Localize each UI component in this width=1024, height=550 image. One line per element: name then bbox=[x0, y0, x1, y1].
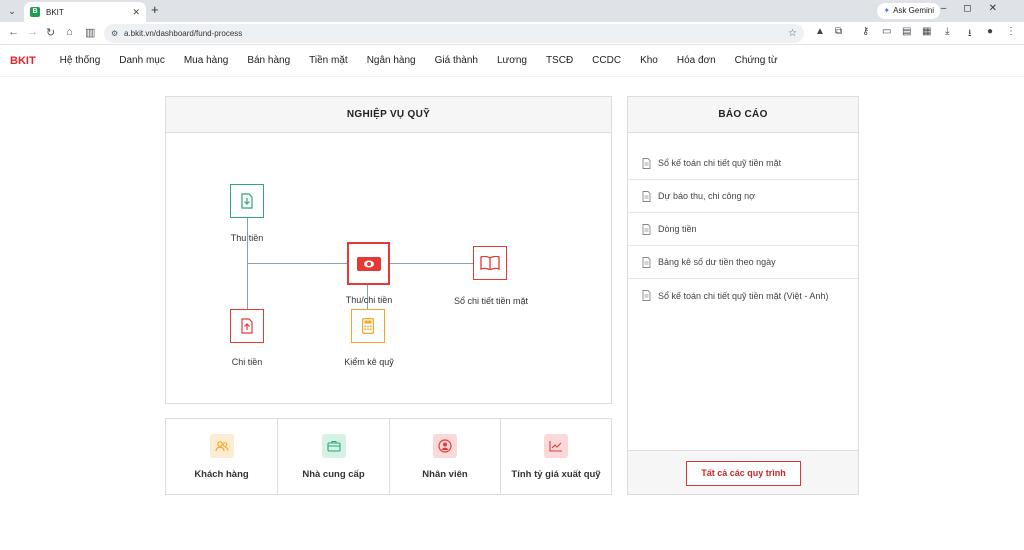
user-circle-icon bbox=[433, 434, 457, 458]
document-icon bbox=[642, 191, 651, 202]
report-label: Sổ kế toán chi tiết quỹ tiền mặt (Việt -… bbox=[658, 291, 829, 301]
split-view-icon[interactable]: ▥ bbox=[85, 26, 95, 39]
reload-icon[interactable]: ↻ bbox=[46, 26, 55, 39]
menu-ccdc[interactable]: CCDC bbox=[592, 55, 621, 66]
menu-tien-mat[interactable]: Tiền mặt bbox=[309, 55, 348, 66]
menu-tscd[interactable]: TSCĐ bbox=[546, 55, 573, 66]
quick-link-ty-gia[interactable]: Tính tỷ giá xuất quỹ bbox=[501, 419, 611, 494]
thu-chi-tien-label: Thu/chi tiền bbox=[345, 295, 393, 305]
chi-tien-node[interactable] bbox=[230, 309, 264, 343]
quick-link-label: Tính tỷ giá xuất quỹ bbox=[511, 469, 601, 480]
report-item[interactable]: Sổ kế toán chi tiết quỹ tiền mặt bbox=[628, 147, 858, 180]
downloads-icon[interactable]: ⤓ bbox=[945, 26, 949, 37]
reports-footer: Tất cả các quy trình bbox=[628, 450, 858, 494]
thu-tien-node[interactable] bbox=[230, 184, 264, 218]
thu-tien-label: Thu tiền bbox=[230, 233, 264, 243]
so-chi-tiet-label: Sổ chi tiết tiền mặt bbox=[453, 296, 529, 306]
all-processes-button[interactable]: Tất cả các quy trình bbox=[686, 461, 801, 486]
calculator-icon bbox=[362, 318, 374, 334]
users-icon bbox=[209, 434, 234, 458]
document-icon bbox=[642, 290, 651, 301]
reading-list-icon[interactable]: ▦ bbox=[922, 26, 931, 37]
reports-title: BÁO CÁO bbox=[628, 97, 858, 133]
tab-title: BKIT bbox=[46, 7, 64, 17]
menu-chung-tu[interactable]: Chứng từ bbox=[735, 55, 778, 66]
tab-list-chevron-icon[interactable]: ⌄ bbox=[4, 3, 20, 19]
kiem-ke-quy-node[interactable] bbox=[351, 309, 385, 343]
report-label: Dự báo thu, chi công nợ bbox=[658, 191, 755, 201]
so-chi-tiet-node[interactable] bbox=[473, 246, 507, 280]
quick-link-label: Nhân viên bbox=[422, 469, 468, 480]
trend-chart-icon bbox=[544, 434, 568, 458]
fund-process-title: NGHIỆP VỤ QUỸ bbox=[166, 97, 611, 133]
ask-gemini-label: Ask Gemini bbox=[893, 6, 934, 15]
app-nav-bar: BKIT Hệ thống Danh mục Mua hàng Bán hàng… bbox=[0, 45, 1024, 77]
download-arrow-icon[interactable]: ⭳ bbox=[968, 26, 972, 43]
window-controls[interactable]: –◻✕ bbox=[941, 3, 1014, 14]
extension-icon[interactable]: ▲ bbox=[815, 26, 825, 37]
browser-tab[interactable]: B BKIT ✕ bbox=[24, 2, 146, 22]
kiem-ke-quy-label: Kiểm kê quỹ bbox=[344, 357, 394, 367]
report-label: Bảng kê số dư tiền theo ngày bbox=[658, 257, 776, 267]
profile-avatar[interactable]: ● bbox=[987, 26, 993, 37]
report-label: Dòng tiền bbox=[658, 224, 697, 234]
home-icon[interactable]: ⌂ bbox=[66, 26, 73, 38]
chi-tien-label: Chi tiền bbox=[231, 357, 263, 367]
report-label: Sổ kế toán chi tiết quỹ tiền mặt bbox=[658, 158, 782, 168]
browser-toolbar: ← → ↻ ⌂ ▥ ⚙ a.bkit.vn/dashboard/fund-pro… bbox=[0, 22, 1024, 45]
gemini-spark-icon: ✦ bbox=[883, 6, 891, 15]
download-doc-icon bbox=[241, 193, 253, 209]
quick-link-label: Nhà cung cấp bbox=[302, 469, 365, 480]
document-icon bbox=[642, 257, 651, 268]
menu-ban-hang[interactable]: Bán hàng bbox=[247, 55, 290, 66]
quick-link-label: Khách hàng bbox=[194, 469, 249, 480]
report-item[interactable]: Dòng tiền bbox=[628, 213, 858, 246]
report-item[interactable]: Dự báo thu, chi công nợ bbox=[628, 180, 858, 213]
report-item[interactable]: Bảng kê số dư tiền theo ngày bbox=[628, 246, 858, 279]
menu-luong[interactable]: Lương bbox=[497, 55, 527, 66]
close-tab-icon[interactable]: ✕ bbox=[132, 7, 140, 18]
quick-link-nha-cung-cap[interactable]: Nhà cung cấp bbox=[278, 419, 390, 494]
sidebar-icon[interactable]: ▤ bbox=[902, 26, 911, 37]
document-icon bbox=[642, 158, 651, 169]
menu-kho[interactable]: Kho bbox=[640, 55, 658, 66]
url-text: a.bkit.vn/dashboard/fund-process bbox=[124, 29, 243, 38]
report-item[interactable]: Sổ kế toán chi tiết quỹ tiền mặt (Việt -… bbox=[628, 279, 858, 329]
bookmark-star-icon[interactable]: ☆ bbox=[788, 24, 797, 43]
book-icon bbox=[480, 256, 500, 270]
new-tab-icon[interactable]: + bbox=[151, 2, 159, 17]
briefcase-icon bbox=[321, 434, 346, 458]
app-logo[interactable]: BKIT bbox=[10, 55, 36, 67]
site-info-icon[interactable]: ⚙ bbox=[111, 24, 118, 43]
document-icon bbox=[642, 224, 651, 235]
menu-gia-thanh[interactable]: Giá thành bbox=[435, 55, 478, 66]
cash-icon bbox=[356, 256, 381, 271]
password-key-icon[interactable]: ⚷ bbox=[862, 26, 869, 37]
thu-chi-tien-node[interactable] bbox=[347, 242, 390, 285]
card-icon[interactable]: ▭ bbox=[882, 26, 891, 37]
menu-ngan-hang[interactable]: Ngân hàng bbox=[367, 55, 416, 66]
more-menu-icon[interactable]: ⋮ bbox=[1006, 26, 1016, 37]
menu-mua-hang[interactable]: Mua hàng bbox=[184, 55, 228, 66]
reports-panel: BÁO CÁO Sổ kế toán chi tiết quỹ tiền mặt… bbox=[627, 96, 859, 495]
ask-gemini-button[interactable]: ✦ Ask Gemini bbox=[877, 3, 940, 19]
forward-arrow-icon[interactable]: → bbox=[27, 26, 38, 38]
menu-he-thong[interactable]: Hệ thống bbox=[60, 55, 101, 66]
browser-tab-bar: ⌄ B BKIT ✕ + ✦ Ask Gemini –◻✕ bbox=[0, 0, 1024, 22]
address-bar[interactable]: ⚙ a.bkit.vn/dashboard/fund-process ☆ bbox=[104, 24, 804, 43]
quick-link-nhan-vien[interactable]: Nhân viên bbox=[390, 419, 501, 494]
back-arrow-icon[interactable]: ← bbox=[8, 26, 19, 38]
menu-hoa-don[interactable]: Hóa đơn bbox=[677, 55, 716, 66]
upload-doc-icon bbox=[241, 318, 253, 334]
quick-links-panel: Khách hàng Nhà cung cấp Nhân viên Tính t… bbox=[165, 418, 612, 495]
puzzle-extension-icon[interactable]: ⧉ bbox=[835, 26, 842, 37]
favicon-icon: B bbox=[30, 7, 40, 17]
menu-danh-muc[interactable]: Danh mục bbox=[119, 55, 165, 66]
quick-link-khach-hang[interactable]: Khách hàng bbox=[166, 419, 278, 494]
fund-process-panel: NGHIỆP VỤ QUỸ Thu tiền Chi tiền Thu/chi … bbox=[165, 96, 612, 404]
